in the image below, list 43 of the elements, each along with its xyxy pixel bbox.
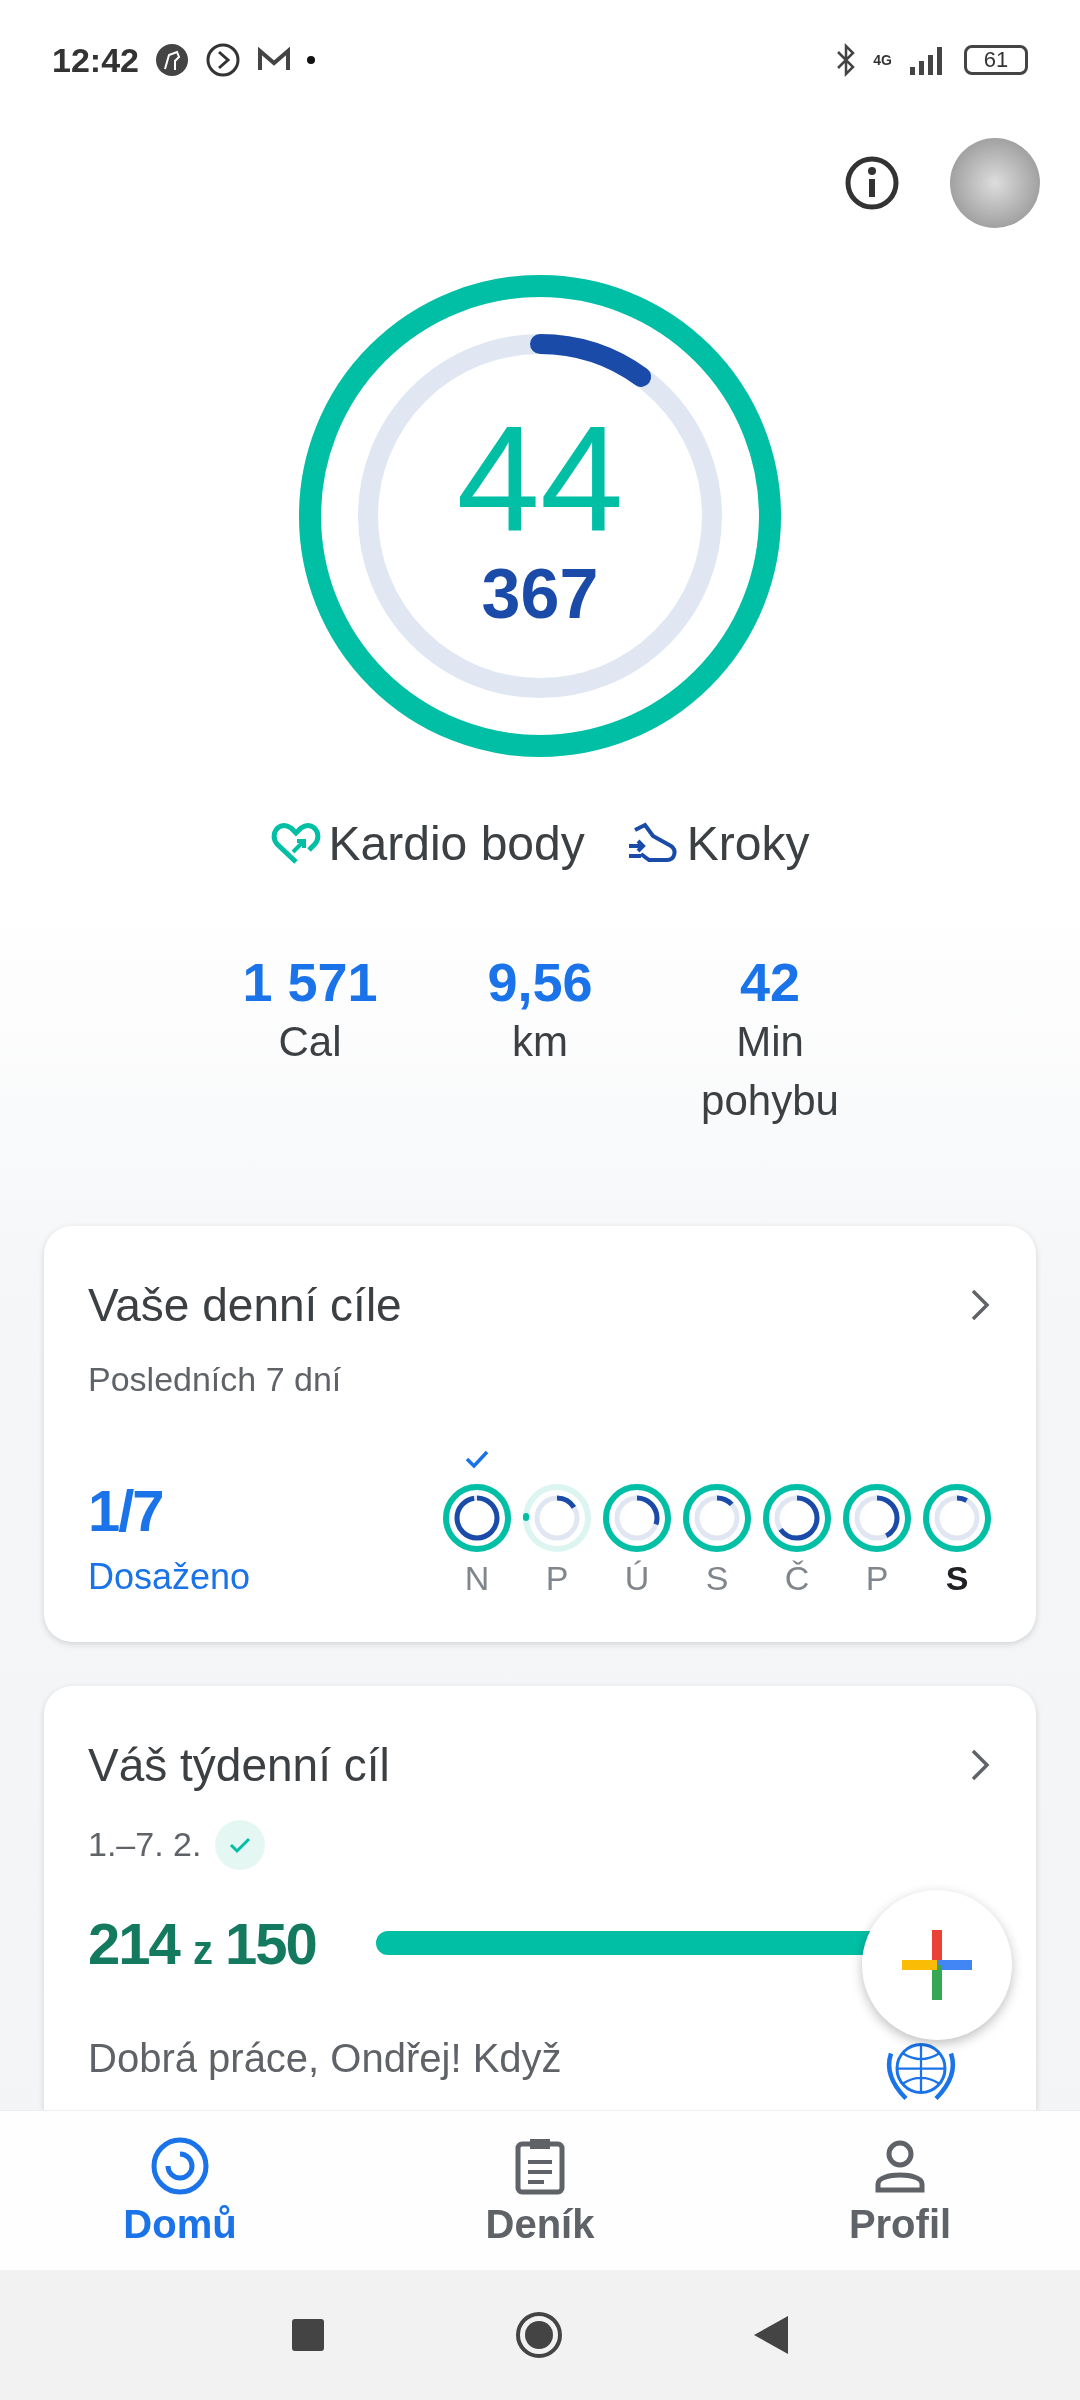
steps-value: 367	[481, 559, 599, 629]
back-button[interactable]	[754, 2316, 788, 2354]
nav-tab[interactable]: Deník	[410, 2135, 670, 2247]
dot-icon	[306, 56, 315, 64]
card-subtitle: Posledních 7 dní	[88, 1359, 342, 1399]
day-label: S	[945, 1558, 969, 1598]
info-icon[interactable]	[844, 155, 900, 211]
goals-count: 1/7	[88, 1476, 164, 1544]
plus-icon	[902, 1930, 972, 2000]
legend-label: Kardio body	[328, 816, 585, 871]
home-button[interactable]	[514, 2310, 564, 2360]
message-text: Dobrá práce, Ondřej! Když	[88, 2034, 563, 2082]
day-label: S	[705, 1558, 729, 1598]
legend-label: Kroky	[686, 816, 810, 871]
cardio-points-value: 44	[456, 403, 624, 553]
stat-label: km	[511, 1017, 569, 1067]
card-title: Váš týdenní cíl	[88, 1737, 390, 1792]
battery-level: 61	[964, 45, 1028, 75]
status-time: 12:42	[52, 40, 139, 80]
stat-value: 1 571	[242, 951, 378, 1013]
stat-label: Min pohybu	[700, 1017, 840, 1126]
app-notification-icon	[154, 43, 189, 77]
play-circle-icon	[204, 42, 241, 78]
mail-icon	[256, 47, 291, 73]
day-label: Ú	[624, 1558, 650, 1598]
nav-tab[interactable]: Profil	[770, 2135, 1030, 2247]
heart-icon	[270, 821, 321, 866]
daily-goals-card[interactable]: Vaše denní cíle Posledních 7 dní 1/7 Dosaženo N P Ú S Č P S	[44, 1225, 1036, 1642]
home-rings-icon	[150, 2135, 210, 2196]
card-title: Vaše denní cíle	[88, 1277, 402, 1332]
stat-value: 9,56	[487, 951, 593, 1013]
day-label: P	[865, 1558, 889, 1598]
stat-label: Cal	[277, 1017, 343, 1067]
day-label: N	[464, 1558, 490, 1598]
weekly-goal-card[interactable]: Váš týdenní cíl 1.–7. 2. 214 z 150 Dobrá práce, Ondřej! Když	[44, 1685, 1036, 2110]
day-label: Č	[784, 1558, 810, 1598]
network-type: 4G	[873, 52, 892, 68]
date-range: 1.–7. 2.	[88, 1825, 202, 1865]
weekly-score: 214 z 150	[88, 1909, 316, 1977]
day-label: P	[545, 1558, 569, 1598]
goals-count-label: Dosaženo	[88, 1555, 251, 1598]
nav-tab[interactable]: Domů	[50, 2135, 310, 2247]
stat-value: 42	[739, 951, 801, 1013]
